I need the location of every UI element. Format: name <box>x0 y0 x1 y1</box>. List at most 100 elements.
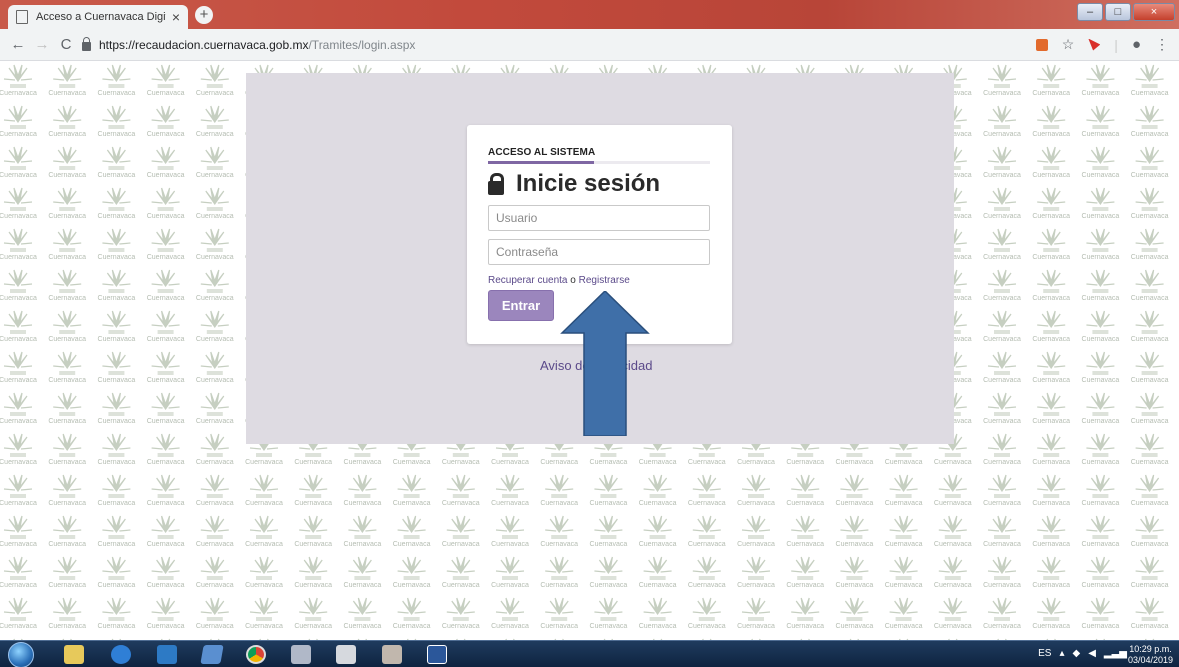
watermark-text: Cuernavaca <box>590 541 628 548</box>
watermark-text: Cuernavaca <box>688 459 726 466</box>
tab-close-icon[interactable]: × <box>172 9 180 25</box>
watermark-text: Cuernavaca <box>48 623 86 630</box>
watermark-logo: Cuernavaca <box>147 105 185 138</box>
watermark-text: Cuernavaca <box>1131 500 1169 507</box>
word-icon[interactable] <box>427 645 447 664</box>
submit-button[interactable]: Entrar <box>488 290 554 321</box>
watermark-logo: Cuernavaca <box>98 392 135 425</box>
back-icon[interactable]: ← <box>6 36 30 53</box>
watermark-text: Cuernavaca <box>196 459 234 466</box>
watermark-text: Cuernavaca <box>147 254 185 261</box>
watermark-text: Cuernavaca <box>98 377 136 384</box>
watermark-logo: Cuernavaca <box>836 556 873 589</box>
watermark-logo: Cuernavaca <box>147 597 185 630</box>
extension-icon[interactable] <box>1035 38 1048 51</box>
watermark-logo: Cuernavaca <box>983 515 1021 548</box>
watermark-text: Cuernavaca <box>0 377 37 384</box>
watermark-text: Cuernavaca <box>1082 377 1120 384</box>
recover-account-link[interactable]: Recuperar cuenta <box>488 275 568 286</box>
watermark-logo: Cuernavaca <box>0 515 37 548</box>
app-icon[interactable] <box>382 645 402 664</box>
explorer-icon[interactable] <box>64 645 84 664</box>
maximize-button[interactable]: □ <box>1105 3 1131 21</box>
media-player-icon[interactable] <box>157 645 177 664</box>
watermark-logo: Cuernavaca <box>934 597 972 630</box>
watermark-logo: Cuernavaca <box>786 597 824 630</box>
close-window-button[interactable]: × <box>1133 3 1175 21</box>
watermark-logo: Cuernavaca <box>196 269 234 302</box>
notes-icon[interactable] <box>200 645 224 664</box>
username-input[interactable] <box>488 205 710 231</box>
register-link[interactable]: Registrarse <box>579 275 630 286</box>
watermark-text: Cuernavaca <box>344 459 382 466</box>
account-links: Recuperar cuenta o Registrarse <box>488 275 630 286</box>
profile-icon[interactable]: ● <box>1132 36 1141 53</box>
watermark-logo: Cuernavaca <box>983 474 1021 507</box>
signal-icon[interactable]: ▂▃▅ <box>1104 648 1127 659</box>
forward-icon[interactable]: → <box>30 36 54 53</box>
watermark-logo: Cuernavaca <box>294 474 332 507</box>
tray-expand-icon[interactable]: ▴ <box>1059 648 1064 659</box>
watermark-text: Cuernavaca <box>1082 582 1120 589</box>
watermark-logo: Cuernavaca <box>540 474 578 507</box>
volume-icon[interactable]: ◀ <box>1088 648 1096 659</box>
watermark-text: Cuernavaca <box>983 582 1021 589</box>
clock-date: 03/04/2019 <box>1127 655 1173 665</box>
password-input[interactable] <box>488 239 710 265</box>
watermark-logo: Cuernavaca <box>147 146 185 179</box>
start-button[interactable] <box>8 642 34 667</box>
watermark-text: Cuernavaca <box>737 500 775 507</box>
watermark-text: Cuernavaca <box>1032 541 1070 548</box>
network-icon[interactable]: ◆ <box>1073 648 1081 659</box>
lock-icon <box>82 36 91 51</box>
watermark-logo: Cuernavaca <box>1131 556 1169 589</box>
clock[interactable]: 10:29 p.m. 03/04/2019 <box>1128 644 1173 666</box>
watermark-text: Cuernavaca <box>196 213 234 220</box>
taskbar: ES ▴ ◆ ◀ ▂▃▅ 10:29 p.m. 03/04/2019 <box>0 640 1179 667</box>
watermark-logo: Cuernavaca <box>934 515 972 548</box>
internet-explorer-icon[interactable] <box>111 645 131 664</box>
watermark-logo: Cuernavaca <box>147 556 185 589</box>
watermark-text: Cuernavaca <box>0 295 37 302</box>
watermark-text: Cuernavaca <box>344 582 382 589</box>
reload-icon[interactable]: C <box>54 36 78 53</box>
minimize-button[interactable]: – <box>1077 3 1103 21</box>
page-icon <box>16 10 28 24</box>
paint-icon[interactable] <box>291 645 311 664</box>
watermark-text: Cuernavaca <box>1032 377 1070 384</box>
acrobat-icon[interactable] <box>336 645 356 664</box>
watermark-logo: Cuernavaca <box>983 556 1021 589</box>
watermark-text: Cuernavaca <box>1131 418 1169 425</box>
watermark-logo: Cuernavaca <box>737 597 775 630</box>
watermark-text: Cuernavaca <box>688 541 726 548</box>
watermark-logo: Cuernavaca <box>983 310 1021 343</box>
watermark-text: Cuernavaca <box>836 623 874 630</box>
watermark-text: Cuernavaca <box>0 459 37 466</box>
url-field[interactable]: https://recaudacion.cuernavaca.gob.mx/Tr… <box>82 34 1042 56</box>
watermark-logo: Cuernavaca <box>1082 64 1119 97</box>
chrome-icon[interactable] <box>246 645 266 664</box>
watermark-text: Cuernavaca <box>442 500 480 507</box>
watermark-logo: Cuernavaca <box>196 474 234 507</box>
watermark-logo: Cuernavaca <box>147 515 185 548</box>
menu-icon[interactable]: ⋮ <box>1155 36 1169 53</box>
watermark-text: Cuernavaca <box>590 459 628 466</box>
watermark-text: Cuernavaca <box>836 500 874 507</box>
watermark-logo: Cuernavaca <box>98 433 135 466</box>
browser-tab[interactable]: Acceso a Cuernavaca Digital × <box>8 5 188 29</box>
watermark-text: Cuernavaca <box>1131 172 1169 179</box>
language-indicator[interactable]: ES <box>1038 648 1051 659</box>
watermark-logo: Cuernavaca <box>1082 433 1119 466</box>
watermark-logo: Cuernavaca <box>245 556 283 589</box>
watermark-logo: Cuernavaca <box>590 515 628 548</box>
watermark-text: Cuernavaca <box>0 336 37 343</box>
watermark-text: Cuernavaca <box>245 459 283 466</box>
watermark-logo: Cuernavaca <box>1131 105 1169 138</box>
new-tab-button[interactable]: + <box>195 6 213 24</box>
watermark-logo: Cuernavaca <box>196 392 234 425</box>
bookmark-star-icon[interactable]: ☆ <box>1062 36 1075 53</box>
watermark-text: Cuernavaca <box>737 541 775 548</box>
watermark-text: Cuernavaca <box>540 582 578 589</box>
extension-flag-icon[interactable] <box>1088 38 1101 51</box>
watermark-text: Cuernavaca <box>885 582 923 589</box>
